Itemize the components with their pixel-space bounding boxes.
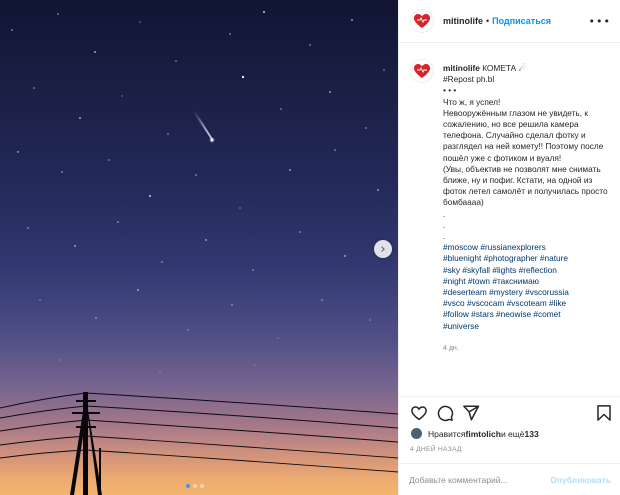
caption-title: КОМЕТА ☄ [482, 63, 526, 73]
publish-button[interactable]: Опубликовать [550, 475, 611, 485]
username-link[interactable]: mitinolife [443, 16, 483, 26]
avatar[interactable] [410, 9, 434, 33]
post-timestamp: 4 ДНЕЙ НАЗАД [410, 446, 462, 453]
power-lines [0, 392, 398, 473]
liker-avatar [410, 427, 423, 440]
stars [11, 11, 385, 373]
caption-time: 4 дн. [443, 344, 459, 352]
likes-count[interactable]: 133 [525, 429, 539, 439]
carousel-dot [186, 484, 190, 488]
caption-text: mitinolife КОМЕТА ☄ #Repost ph.bl • • • … [443, 63, 613, 354]
carousel-dot [200, 484, 204, 488]
comment-bubble-icon[interactable] [436, 404, 454, 422]
likes-mid: и ещё [500, 428, 525, 439]
comment-input[interactable] [409, 474, 551, 485]
heart-logo-icon [414, 14, 430, 28]
more-options-icon[interactable]: ••• [589, 15, 611, 28]
caption-username[interactable]: mitinolife [443, 63, 480, 73]
carousel-dot [193, 484, 197, 488]
follow-button[interactable]: Подписаться [492, 16, 551, 26]
caption-body: #Repost ph.bl • • • Что ж, я успел! Нево… [443, 74, 608, 242]
post-photo[interactable]: › [0, 0, 398, 495]
heart-icon[interactable] [410, 404, 428, 422]
comet-night-sky-image [0, 11, 398, 495]
separator-dot: • [486, 16, 490, 26]
caption-area: mitinolife КОМЕТА ☄ #Repost ph.bl • • • … [399, 43, 620, 396]
likes-prefix: Нравится [428, 428, 466, 439]
post-side-panel: mitinolife • Подписаться ••• mitinolife … [398, 0, 620, 495]
post-header: mitinolife • Подписаться ••• [399, 0, 620, 43]
hashtag-list[interactable]: #moscow #russianexplorers #bluenight #ph… [443, 242, 613, 332]
comet [193, 111, 215, 143]
action-bar [399, 396, 620, 426]
comment-form: Опубликовать [399, 463, 620, 495]
likes-summary[interactable]: Нравится fimtolich и ещё 133 [410, 427, 539, 440]
carousel-indicator [186, 484, 204, 488]
bookmark-icon[interactable] [595, 404, 613, 422]
carousel-next-button[interactable]: › [374, 240, 392, 258]
heart-logo-icon [414, 64, 430, 78]
liker-username[interactable]: fimtolich [466, 429, 501, 439]
caption-avatar[interactable] [410, 59, 434, 83]
paper-plane-icon[interactable] [462, 404, 480, 422]
